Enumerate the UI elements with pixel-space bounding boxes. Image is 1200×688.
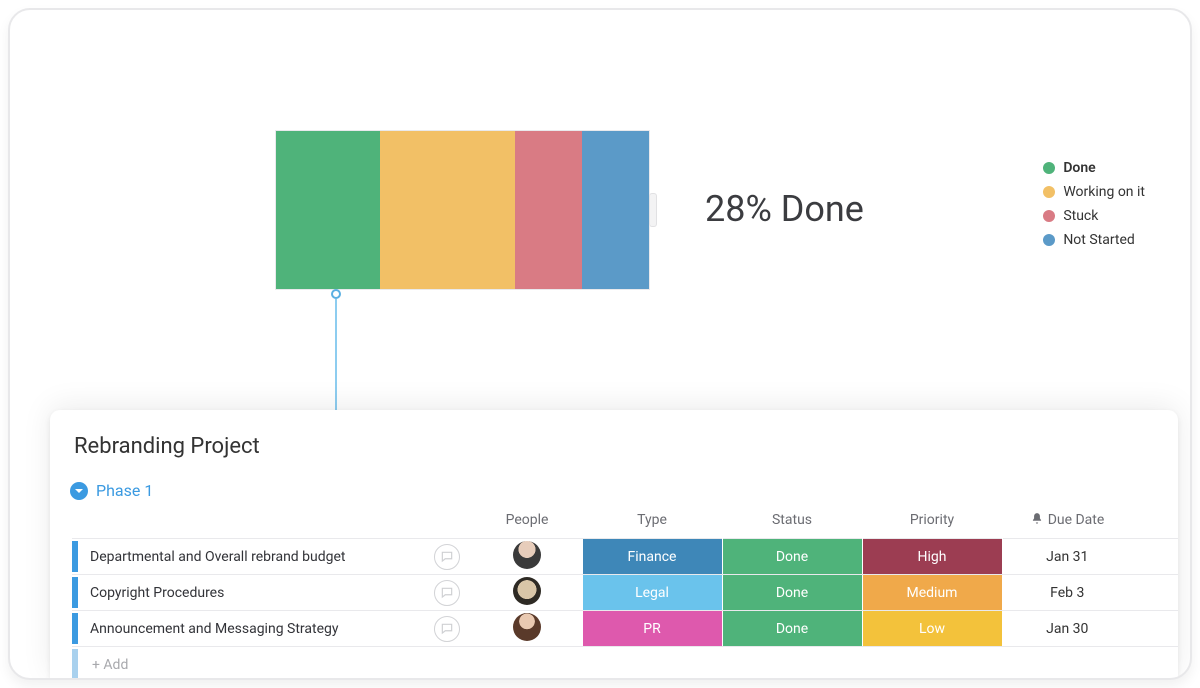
group-color-bar (72, 613, 78, 644)
legend-dot-icon (1043, 162, 1055, 174)
priority-cell[interactable]: High (863, 539, 1002, 574)
legend-dot-icon (1043, 210, 1055, 222)
chart-legend: Done Working on it Stuck Not Started (1043, 160, 1145, 256)
status-battery-chart (275, 130, 650, 290)
priority-cell[interactable]: Low (863, 611, 1002, 646)
type-cell[interactable]: PR (583, 611, 722, 646)
table-row[interactable]: Copyright Procedures Legal Done Medium F… (72, 575, 1178, 611)
column-header-priority[interactable]: Priority (862, 506, 1002, 539)
legend-label: Not Started (1063, 232, 1135, 248)
add-row[interactable]: + Add (72, 647, 1178, 681)
legend-item[interactable]: Working on it (1043, 184, 1145, 200)
due-date-cell[interactable]: Jan 30 (1002, 611, 1132, 647)
type-cell[interactable]: Legal (583, 575, 722, 610)
project-title: Rebranding Project (74, 434, 1178, 459)
legend-label: Stuck (1063, 208, 1098, 224)
chart-segment-not-started[interactable] (582, 131, 649, 289)
chat-icon[interactable] (434, 616, 460, 642)
due-date-cell[interactable]: Feb 3 (1002, 575, 1132, 611)
group-name[interactable]: Phase 1 (96, 481, 153, 500)
avatar[interactable] (513, 541, 541, 569)
avatar[interactable] (513, 577, 541, 605)
tasks-table: People Type Status Priority Due Date Dep… (72, 506, 1178, 680)
collapse-group-icon[interactable] (70, 482, 88, 500)
avatar[interactable] (513, 613, 541, 641)
legend-item[interactable]: Stuck (1043, 208, 1145, 224)
battery-cap-icon (649, 193, 657, 227)
legend-dot-icon (1043, 186, 1055, 198)
task-name[interactable]: Departmental and Overall rebrand budget (90, 549, 346, 565)
column-header-due-date[interactable]: Due Date (1002, 506, 1132, 539)
group-color-bar (72, 577, 78, 608)
priority-cell[interactable]: Medium (863, 575, 1002, 610)
chart-segment-working-on-it[interactable] (380, 131, 514, 289)
table-row[interactable]: Announcement and Messaging Strategy PR D… (72, 611, 1178, 647)
task-name[interactable]: Copyright Procedures (90, 585, 224, 601)
legend-label: Done (1063, 160, 1095, 176)
project-board-panel: Rebranding Project Phase 1 People Type S… (50, 410, 1178, 678)
chart-segment-stuck[interactable] (515, 131, 582, 289)
task-name[interactable]: Announcement and Messaging Strategy (90, 621, 339, 637)
column-header-type[interactable]: Type (582, 506, 722, 539)
legend-dot-icon (1043, 234, 1055, 246)
legend-item[interactable]: Done (1043, 160, 1145, 176)
chart-segment-done[interactable] (276, 131, 380, 289)
column-header-status[interactable]: Status (722, 506, 862, 539)
bell-icon (1030, 512, 1044, 526)
connector-dot-icon (331, 289, 341, 299)
column-header-people[interactable]: People (472, 506, 582, 539)
status-cell[interactable]: Done (723, 539, 862, 574)
type-cell[interactable]: Finance (583, 539, 722, 574)
chat-icon[interactable] (434, 580, 460, 606)
status-cell[interactable]: Done (723, 611, 862, 646)
table-row[interactable]: Departmental and Overall rebrand budget … (72, 539, 1178, 575)
chart-summary-label: 28% Done (705, 188, 864, 230)
group-color-bar (72, 541, 78, 572)
connector-line (335, 299, 337, 419)
legend-label: Working on it (1063, 184, 1145, 200)
legend-item[interactable]: Not Started (1043, 232, 1145, 248)
status-cell[interactable]: Done (723, 575, 862, 610)
due-date-cell[interactable]: Jan 31 (1002, 539, 1132, 575)
chat-icon[interactable] (434, 544, 460, 570)
